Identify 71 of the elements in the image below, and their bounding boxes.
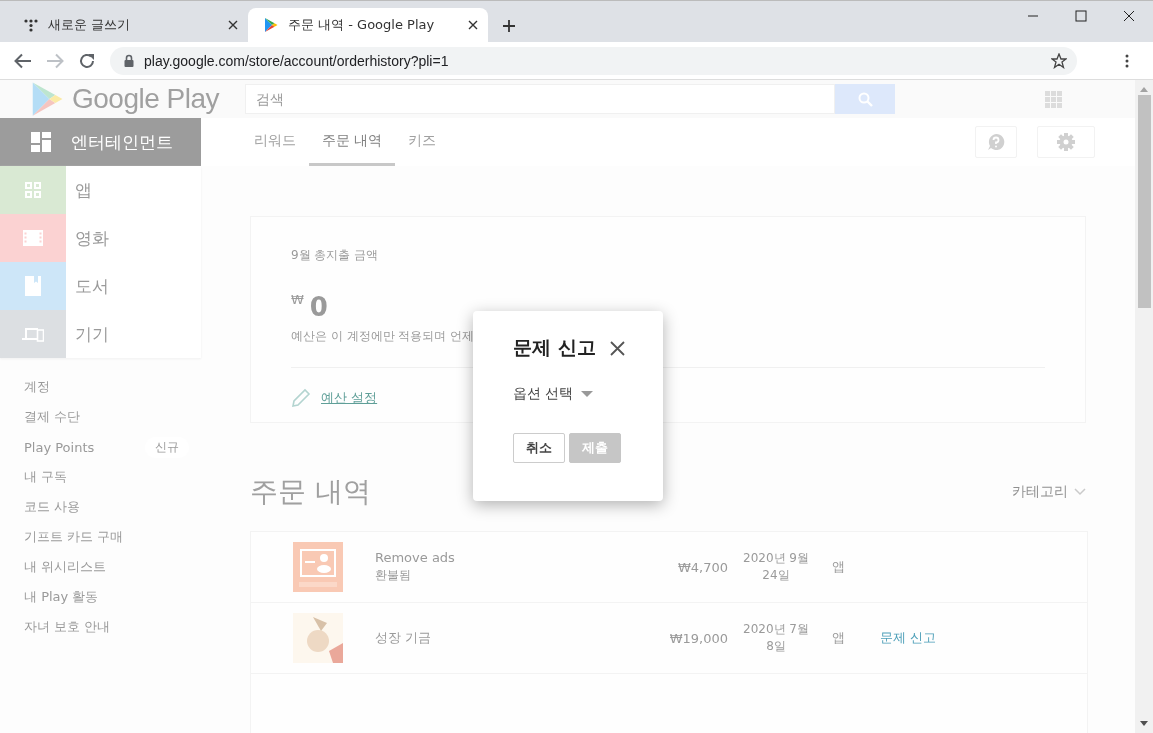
- section-header[interactable]: 엔터테인먼트: [0, 118, 201, 166]
- amount-text: 0: [309, 292, 328, 322]
- maximize-icon[interactable]: [1075, 10, 1087, 22]
- scrollbar[interactable]: [1135, 80, 1153, 733]
- budget-link[interactable]: 예산 설정: [321, 389, 378, 407]
- apps-icon: [25, 182, 41, 198]
- sidebar-link[interactable]: 내 위시리스트: [24, 558, 107, 576]
- devices-icon: [22, 326, 44, 342]
- category-filter[interactable]: 카테고리: [1012, 483, 1086, 501]
- price-text: ₩4,700: [676, 559, 728, 575]
- browser-tab[interactable]: 주문 내역 - Google Play: [248, 8, 488, 42]
- price-text: ₩19,000: [668, 630, 728, 646]
- nav-tab[interactable]: 리워드: [241, 118, 309, 166]
- chevron-down-icon: [1074, 488, 1086, 496]
- search-icon: [857, 91, 873, 107]
- nav-tab[interactable]: 키즈: [395, 118, 450, 166]
- settings-icon: [1057, 133, 1075, 151]
- search-field[interactable]: 검색: [245, 84, 835, 114]
- category-link[interactable]: 도서: [75, 274, 109, 298]
- address-bar[interactable]: play.google.com/store/account/orderhistory?pli=1: [110, 46, 1077, 75]
- cancel-button[interactable]: 취소: [513, 433, 565, 463]
- category-text: 앱: [832, 629, 846, 647]
- item-name[interactable]: Remove ads: [375, 550, 645, 565]
- star-icon[interactable]: [1051, 52, 1067, 69]
- reload-icon[interactable]: [78, 51, 96, 70]
- category-link[interactable]: 앱: [75, 178, 92, 202]
- sidebar-link[interactable]: 결제 수단: [24, 408, 81, 426]
- date-text: 2020년 7월 8일: [742, 621, 810, 655]
- url-text: play.google.com/store/account/orderhistory?pli=1: [144, 52, 450, 69]
- caret-icon: [581, 391, 594, 397]
- category-link[interactable]: 영화: [75, 226, 109, 250]
- category-text: 앱: [832, 558, 846, 576]
- dashboard-icon: [31, 132, 51, 152]
- item-name[interactable]: 성장 기금: [375, 629, 645, 647]
- dialog-title: 문제 신고: [513, 335, 596, 360]
- status-text: 환불됨: [375, 567, 412, 584]
- section-title: 주문 내역: [250, 474, 371, 510]
- help-icon: [987, 133, 1005, 151]
- book-icon: [25, 276, 41, 296]
- sidebar-link[interactable]: 기프트 카드 구매: [24, 528, 124, 546]
- close-icon[interactable]: [468, 20, 478, 30]
- film-icon: [23, 230, 43, 246]
- budget-note: 예산은 이 계정에만 적용되며 언제: [291, 328, 476, 345]
- nav-tab[interactable]: 주문 내역: [309, 118, 396, 166]
- sidebar-link[interactable]: 자녀 보호 안내: [24, 618, 111, 636]
- close-icon[interactable]: [228, 20, 238, 30]
- report-link[interactable]: 문제 신고: [880, 629, 937, 647]
- back-icon[interactable]: [14, 52, 32, 69]
- budget-title: 9월 총지출 금액: [291, 247, 380, 264]
- date-text: 2020년 9월 24일: [742, 550, 810, 584]
- sidebar-link[interactable]: 코드 사용: [24, 498, 81, 516]
- new-tab-icon[interactable]: [502, 19, 516, 33]
- scroll-down-icon[interactable]: [1140, 721, 1148, 727]
- category-link[interactable]: 기기: [75, 322, 109, 346]
- option-dropdown[interactable]: 옵션 선택: [513, 385, 594, 403]
- browser-tab[interactable]: 새로운 글쓰기: [8, 8, 248, 42]
- sidebar-link[interactable]: 계정: [24, 378, 50, 396]
- play-logo-icon: [30, 80, 64, 118]
- close-icon[interactable]: [609, 340, 625, 356]
- dots-icon: [24, 18, 38, 32]
- close-icon[interactable]: [1123, 10, 1135, 22]
- google-play-logo[interactable]: Google Play: [30, 80, 245, 118]
- pencil-icon: [291, 388, 311, 408]
- currency-symbol: ₩: [291, 292, 304, 307]
- sidebar-link[interactable]: 내 Play 활동: [24, 588, 99, 606]
- scroll-thumb[interactable]: [1137, 95, 1151, 308]
- play-logo-icon: [264, 17, 278, 33]
- sidebar-link[interactable]: Play Points: [24, 439, 95, 455]
- lock-icon: [124, 54, 134, 67]
- menu-icon[interactable]: [1125, 53, 1129, 68]
- sidebar-link[interactable]: 내 구독: [24, 468, 68, 486]
